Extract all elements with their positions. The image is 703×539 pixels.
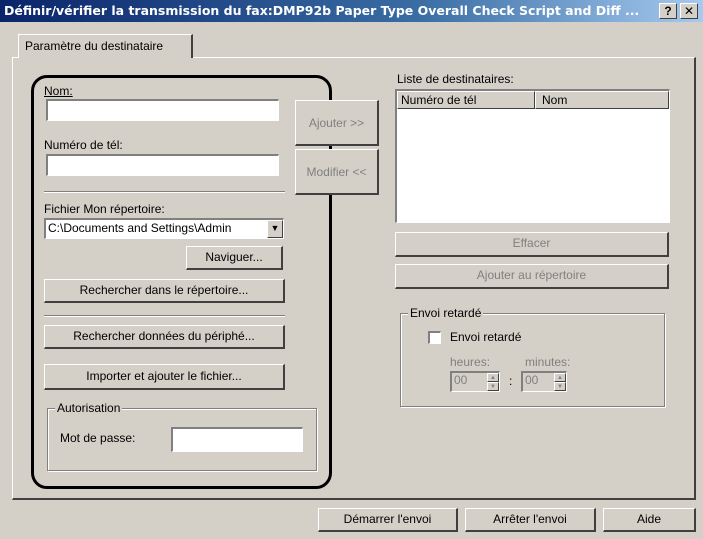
separator	[44, 191, 285, 193]
search-device-button[interactable]: Rechercher données du périphé...	[44, 325, 285, 349]
hours-spinner[interactable]: 00 ▲ ▼	[450, 371, 500, 392]
spinner-arrows-icon[interactable]: ▲ ▼	[487, 373, 499, 391]
import-file-button[interactable]: Importer et ajouter le fichier...	[44, 364, 285, 390]
password-field[interactable]	[171, 427, 303, 452]
minutes-spinner[interactable]: 00 ▲ ▼	[521, 371, 567, 392]
chevron-down-icon[interactable]: ▼	[267, 220, 283, 238]
title-bar[interactable]: Définir/vérifier la transmission du fax:…	[0, 0, 703, 22]
minutes-label: minutes:	[525, 355, 571, 369]
help-icon[interactable]: ?	[659, 3, 677, 19]
add-recipient-button[interactable]: Ajouter >>	[295, 100, 379, 146]
window-title: Définir/vérifier la transmission du fax:…	[4, 3, 640, 18]
recipient-list-label: Liste de destinataires:	[397, 72, 514, 86]
minutes-value: 00	[525, 373, 539, 387]
column-header-phone[interactable]: Numéro de tél	[397, 91, 535, 109]
hours-label: heures:	[450, 355, 491, 369]
delayed-send-group-title: Envoi retardé	[408, 306, 484, 320]
hours-value: 00	[454, 373, 468, 387]
directory-combo[interactable]: C:\Documents and Settings\Admin ▼	[44, 218, 284, 239]
directory-combo-value: C:\Documents and Settings\Admin	[48, 221, 232, 235]
help-button[interactable]: Aide	[603, 508, 696, 532]
delayed-send-checkbox-label[interactable]: Envoi retardé	[450, 330, 521, 344]
modify-recipient-button[interactable]: Modifier <<	[295, 149, 379, 195]
delete-button[interactable]: Effacer	[395, 232, 669, 257]
authorization-group-title: Autorisation	[55, 401, 123, 415]
start-send-button[interactable]: Démarrer l'envoi	[318, 508, 458, 532]
time-separator: :	[509, 374, 513, 388]
phone-field[interactable]	[46, 154, 279, 176]
password-label: Mot de passe:	[60, 431, 136, 445]
name-label: Nom:	[44, 84, 73, 98]
recipient-list[interactable]: Numéro de tél Nom	[395, 89, 670, 223]
directory-label: Fichier Mon répertoire:	[44, 202, 165, 216]
delayed-send-checkbox[interactable]	[428, 331, 441, 344]
phone-label: Numéro de tél:	[44, 138, 123, 152]
name-field[interactable]	[46, 99, 279, 121]
close-icon[interactable]: ✕	[680, 3, 698, 19]
search-directory-button[interactable]: Rechercher dans le répertoire...	[44, 279, 285, 303]
fax-dialog-window: Définir/vérifier la transmission du fax:…	[0, 0, 703, 539]
tab-recipient-settings[interactable]: Paramètre du destinataire	[18, 34, 193, 58]
browse-button[interactable]: Naviguer...	[186, 246, 283, 270]
column-header-name[interactable]: Nom	[535, 91, 669, 109]
add-to-directory-button[interactable]: Ajouter au répertoire	[395, 264, 669, 289]
tab-label: Paramètre du destinataire	[25, 39, 164, 53]
spinner-arrows-icon[interactable]: ▲ ▼	[554, 373, 566, 391]
separator	[44, 315, 285, 317]
stop-send-button[interactable]: Arrêter l'envoi	[465, 508, 596, 532]
